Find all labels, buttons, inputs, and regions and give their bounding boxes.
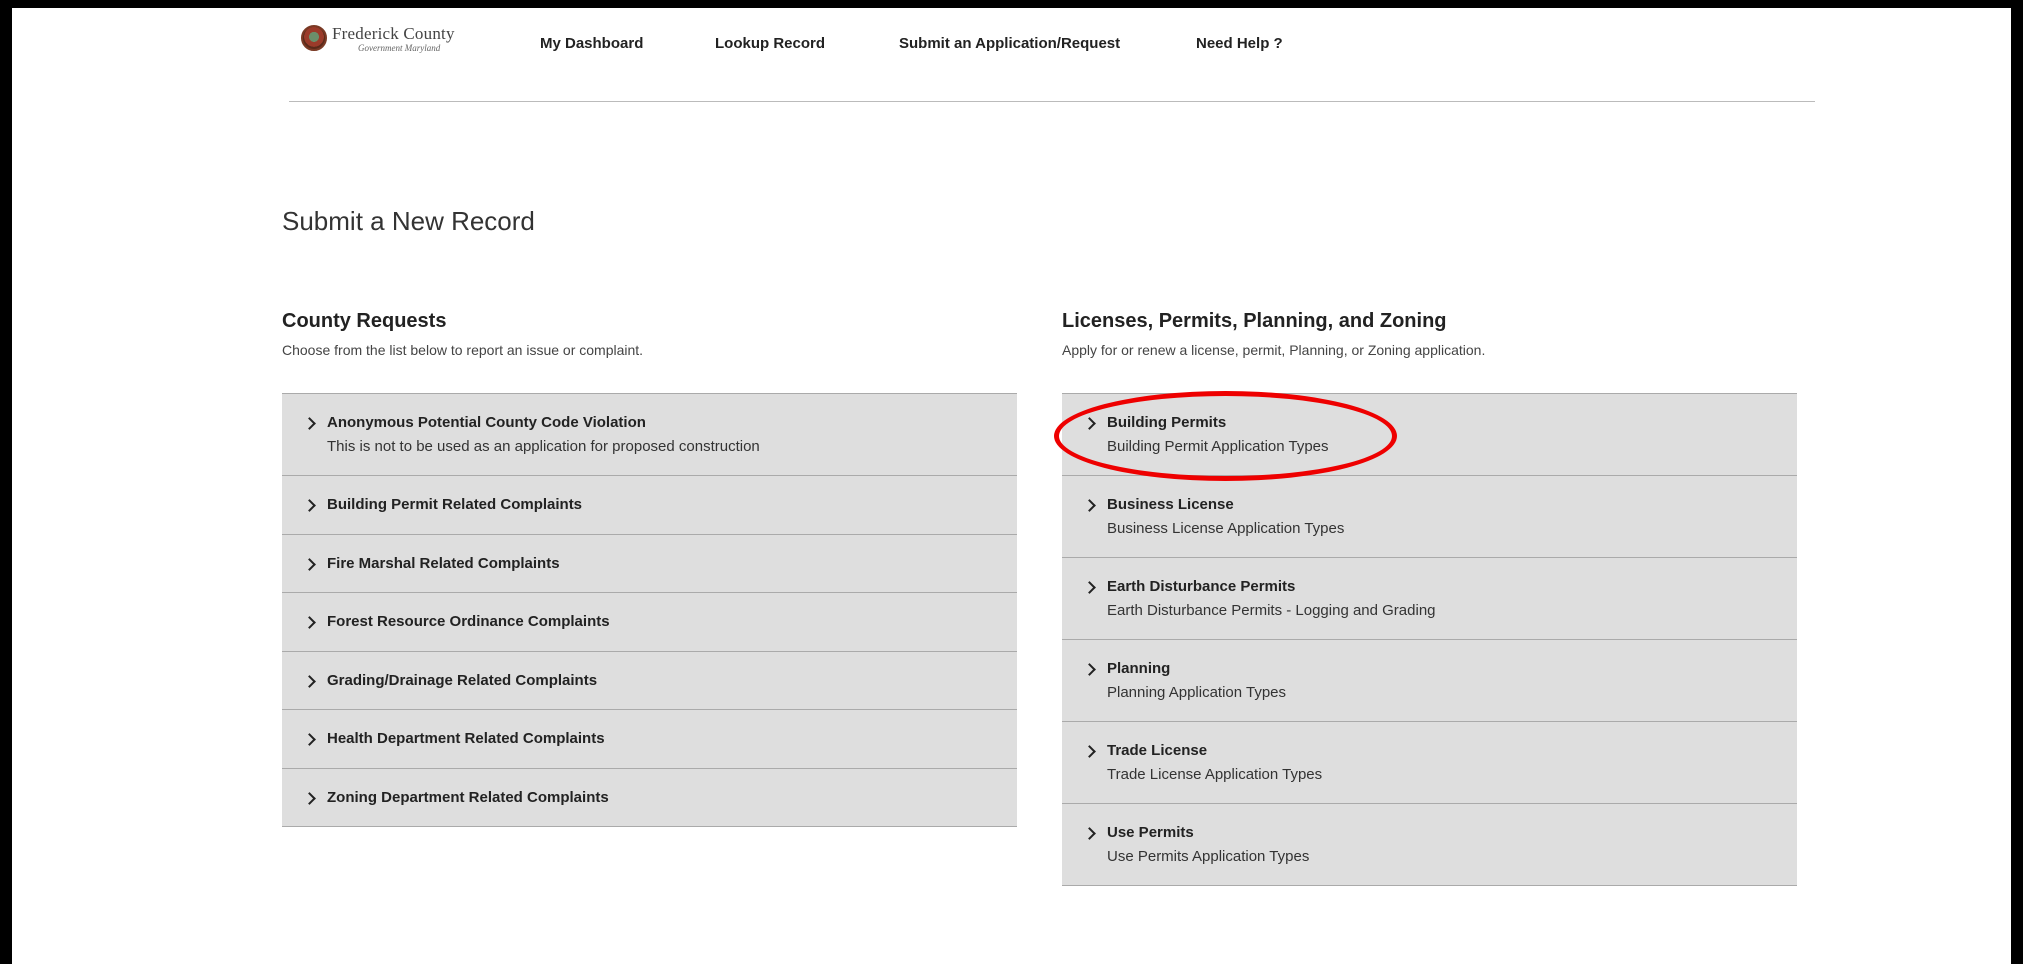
chevron-right-icon — [303, 674, 316, 688]
list-item-use-permits[interactable]: Use Permits Use Permits Application Type… — [1062, 804, 1797, 886]
list-item-building-permits[interactable]: Building Permits Building Permit Applica… — [1062, 394, 1797, 476]
site-header: Frederick County Government Maryland My … — [289, 8, 1815, 102]
section-title: Licenses, Permits, Planning, and Zoning — [1062, 310, 1447, 332]
nav-need-help[interactable]: Need Help ? — [1196, 35, 1283, 52]
chevron-right-icon — [303, 616, 316, 629]
chevron-right-icon — [1083, 581, 1096, 594]
list-item-business-license[interactable]: Business License Business License Applic… — [1062, 476, 1797, 558]
chevron-right-icon — [1083, 499, 1096, 512]
item-subtitle: Planning Application Types — [1107, 684, 1287, 701]
chevron-right-icon — [303, 791, 316, 805]
item-title: Anonymous Potential County Code Violatio… — [327, 414, 646, 431]
list-item[interactable]: Building Permit Related Complaints — [282, 476, 1017, 535]
list-item[interactable]: Anonymous Potential County Code Violatio… — [282, 394, 1017, 476]
item-title: Business License — [1107, 496, 1234, 513]
nav-my-dashboard[interactable]: My Dashboard — [540, 35, 643, 52]
section-description: Apply for or renew a license, permit, Pl… — [1062, 342, 1486, 358]
chevron-right-icon — [1083, 827, 1096, 840]
item-title: Building Permit Related Complaints — [327, 496, 583, 513]
item-subtitle: Earth Disturbance Permits - Logging and … — [1107, 602, 1436, 619]
item-title: Planning — [1107, 660, 1171, 677]
list-item-planning[interactable]: Planning Planning Application Types — [1062, 640, 1797, 722]
item-subtitle: Building Permit Application Types — [1107, 438, 1329, 455]
list-item[interactable]: Grading/Drainage Related Complaints — [282, 651, 1017, 710]
list-item-earth-disturbance[interactable]: Earth Disturbance Permits Earth Disturba… — [1062, 558, 1797, 640]
nav-lookup-record[interactable]: Lookup Record — [715, 35, 825, 52]
item-title: Grading/Drainage Related Complaints — [327, 671, 598, 689]
chevron-right-icon — [303, 557, 316, 571]
list-item[interactable]: Health Department Related Complaints — [282, 710, 1017, 769]
item-subtitle: Business License Application Types — [1107, 520, 1345, 537]
chevron-right-icon — [303, 733, 316, 746]
item-title: Zoning Department Related Complaints — [327, 788, 609, 806]
county-requests-list: Anonymous Potential County Code Violatio… — [282, 393, 1017, 827]
list-item[interactable]: Fire Marshal Related Complaints — [282, 534, 1017, 593]
item-title: Building Permits — [1107, 414, 1227, 431]
chevron-right-icon — [303, 417, 316, 430]
licenses-section: Licenses, Permits, Planning, and Zoning … — [1062, 310, 1797, 358]
item-title: Trade License — [1107, 742, 1208, 759]
item-subtitle: Use Permits Application Types — [1107, 848, 1310, 865]
item-title: Forest Resource Ordinance Complaints — [327, 613, 610, 630]
item-subtitle: Trade License Application Types — [1107, 766, 1323, 783]
page-title: Submit a New Record — [282, 206, 535, 236]
logo-name: Frederick County — [332, 24, 455, 43]
section-title: County Requests — [282, 310, 447, 332]
list-item[interactable]: Zoning Department Related Complaints — [282, 768, 1017, 827]
nav-submit-application[interactable]: Submit an Application/Request — [899, 35, 1120, 52]
chevron-right-icon — [1083, 417, 1096, 430]
item-title: Use Permits — [1107, 824, 1194, 841]
list-item-trade-license[interactable]: Trade License Trade License Application … — [1062, 722, 1797, 804]
item-subtitle: This is not to be used as an application… — [327, 438, 760, 455]
county-seal-icon — [301, 25, 327, 51]
chevron-right-icon — [1083, 663, 1096, 676]
item-title: Fire Marshal Related Complaints — [327, 554, 560, 572]
item-title: Health Department Related Complaints — [327, 730, 605, 747]
county-logo[interactable]: Frederick County Government Maryland — [301, 25, 455, 53]
section-description: Choose from the list below to report an … — [282, 342, 644, 358]
list-item[interactable]: Forest Resource Ordinance Complaints — [282, 593, 1017, 652]
licenses-list: Building Permits Building Permit Applica… — [1062, 393, 1797, 886]
chevron-right-icon — [1083, 745, 1096, 758]
chevron-right-icon — [303, 499, 316, 512]
county-requests-section: County Requests Choose from the list bel… — [282, 310, 1017, 358]
item-title: Earth Disturbance Permits — [1107, 578, 1296, 595]
page-frame: Frederick County Government Maryland My … — [12, 8, 2011, 964]
logo-sub: Government Maryland — [358, 43, 441, 53]
